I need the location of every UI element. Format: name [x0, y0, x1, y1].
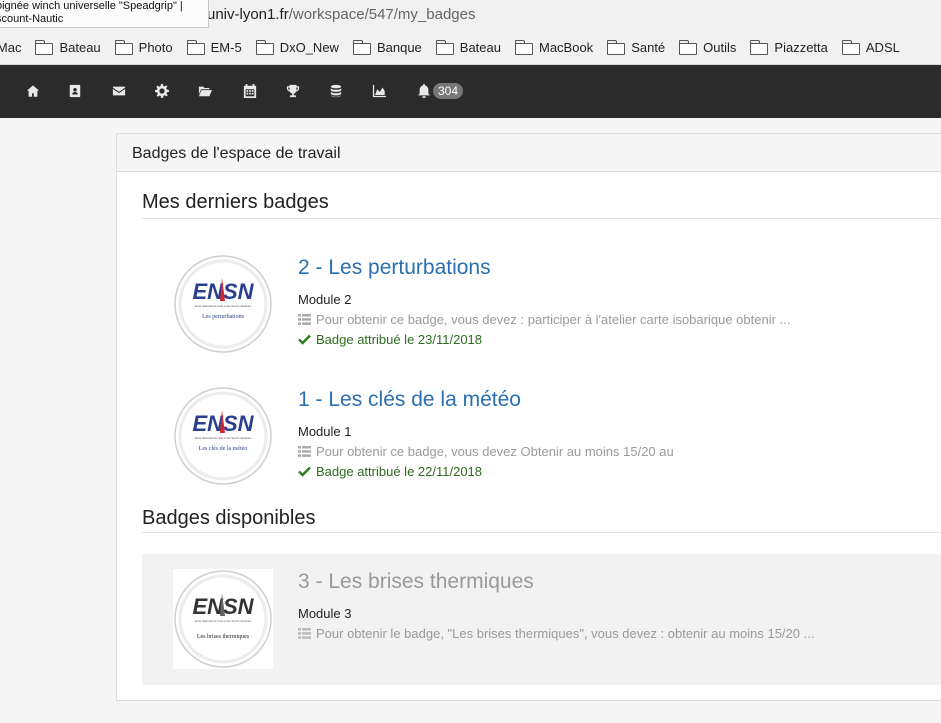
workspace-badges-panel: Badges de l'espace de travail Mes dernie… — [116, 133, 941, 701]
folder-open-icon[interactable] — [195, 81, 215, 101]
bookmark-label: Outils — [703, 39, 737, 55]
area-chart-icon[interactable] — [369, 81, 389, 101]
badge-description-text: Pour obtenir ce badge, vous devez : part… — [316, 312, 791, 327]
bookmark-sante[interactable]: Santé — [607, 40, 665, 55]
badge-caption: Les perturbations — [202, 314, 244, 320]
available-badges-title: Badges disponibles — [142, 507, 316, 529]
folder-icon — [186, 40, 205, 55]
bookmark-label: EM-5 — [210, 39, 242, 55]
database-icon[interactable] — [326, 81, 346, 101]
app-navbar: 304 — [0, 65, 941, 118]
bookmark-label: ADSL — [865, 39, 900, 55]
tooltip-line-2: scount-Nautic — [0, 13, 64, 25]
badge-awarded-text: Badge attribué le 23/11/2018 — [316, 332, 483, 347]
trophy-icon[interactable] — [283, 81, 303, 101]
link-tooltip: oignée winch universelle "Speadgrip" | s… — [0, 0, 209, 28]
bookmark-dxo-new[interactable]: DxO_New — [255, 39, 339, 55]
badge-title-link[interactable]: 1 - Les clés de la météo — [298, 388, 521, 412]
folder-icon — [114, 40, 133, 55]
badge-caption: Les brises thermiques — [197, 634, 250, 640]
bookmark-label: iMac — [0, 39, 22, 55]
badge-module: Module 1 — [298, 424, 352, 439]
folder-icon — [35, 40, 54, 55]
badge-description: Pour obtenir ce badge, vous devez Obteni… — [298, 444, 674, 459]
badge-description-text: Pour obtenir le badge, "Les brises therm… — [316, 626, 815, 641]
badge-image[interactable]: ENSN Ecole Nationale de Voile et des Spo… — [173, 569, 273, 669]
contacts-icon[interactable] — [65, 81, 85, 101]
bookmark-label: DxO_New — [279, 39, 339, 55]
bookmark-imac[interactable]: iMac — [0, 40, 21, 55]
folder-icon — [435, 40, 454, 55]
bell-icon[interactable] — [414, 81, 434, 101]
section-divider — [142, 532, 941, 533]
bookmark-banque[interactable]: Banque — [352, 39, 422, 55]
gear-icon[interactable] — [152, 81, 172, 101]
bookmark-macbook[interactable]: MacBook — [514, 39, 594, 55]
badge-image[interactable]: ENSN Ecole Nationale de Voile et des Spo… — [173, 386, 273, 486]
bookmark-label: Piazzetta — [774, 39, 828, 55]
folder-icon — [841, 40, 860, 55]
badge-caption: Les clés de la météo — [199, 446, 248, 452]
badge-description: Pour obtenir le badge, "Les brises therm… — [298, 626, 814, 641]
folder-icon — [514, 40, 533, 55]
badge-item-meteo: ENSN Ecole Nationale de Voile et des Spo… — [142, 376, 941, 496]
home-icon[interactable] — [23, 81, 43, 101]
section-divider — [142, 218, 941, 219]
folder-icon — [679, 40, 698, 55]
folder-icon — [255, 40, 274, 55]
badge-item-brises-thermiques: ENSN Ecole Nationale de Voile et des Spo… — [142, 554, 941, 685]
folder-icon — [607, 40, 626, 55]
badge-awarded: Badge attribué le 22/11/2018 — [298, 464, 482, 479]
badge-title-link[interactable]: 2 - Les perturbations — [298, 256, 491, 280]
bookmark-label: Banque — [376, 39, 422, 55]
badge-module: Module 3 — [298, 606, 352, 621]
bookmark-label: Photo — [138, 39, 173, 55]
badge-awarded: Badge attribué le 23/11/2018 — [298, 332, 482, 347]
badge-image[interactable]: ENSN Ecole Nationale de Voile et des Spo… — [173, 254, 273, 354]
panel-heading: Badges de l'espace de travail — [117, 134, 941, 172]
tooltip-line-1: oignée winch universelle "Speadgrip" | — [0, 0, 183, 12]
bookmark-adsl[interactable]: ADSL — [841, 39, 900, 55]
calendar-icon[interactable] — [240, 81, 260, 101]
check-icon — [298, 334, 311, 345]
notification-count-badge[interactable]: 304 — [433, 83, 464, 99]
bookmark-label: Santé — [631, 39, 666, 55]
url-path: /workspace/547/my_badges — [288, 6, 476, 23]
url-host: univ-lyon1.fr — [207, 6, 289, 23]
folder-icon — [750, 40, 769, 55]
bookmark-photo[interactable]: Photo — [114, 39, 173, 55]
badge-logo-subtitle: Ecole Nationale de Voile et des Sports N… — [195, 619, 252, 623]
bookmarks-bar: iMac Bateau Photo EM-5 DxO_New Banque Ba… — [0, 30, 941, 65]
list-icon — [298, 446, 311, 457]
bookmark-label: MacBook — [538, 39, 594, 55]
badge-description-text: Pour obtenir ce badge, vous devez Obteni… — [316, 444, 674, 459]
check-icon — [298, 466, 311, 477]
bookmark-em5[interactable]: EM-5 — [186, 39, 242, 55]
list-icon — [298, 628, 311, 639]
badge-module: Module 2 — [298, 292, 352, 307]
badge-item-perturbations: ENSN Ecole Nationale de Voile et des Spo… — [142, 244, 941, 364]
badge-awarded-text: Badge attribué le 22/11/2018 — [316, 464, 483, 479]
folder-icon — [352, 40, 371, 55]
bookmark-outils[interactable]: Outils — [679, 40, 736, 55]
badge-logo-subtitle: Ecole Nationale de Voile et des Sports N… — [195, 304, 252, 308]
recent-badges-title: Mes derniers badges — [142, 191, 329, 213]
bookmark-bateau-2[interactable]: Bateau — [435, 39, 501, 55]
bookmark-label: Bateau — [59, 39, 101, 55]
envelope-icon[interactable] — [109, 81, 129, 101]
badge-title-link[interactable]: 3 - Les brises thermiques — [298, 570, 534, 594]
bookmark-bateau[interactable]: Bateau — [35, 39, 101, 55]
url-text[interactable]: univ-lyon1.fr/workspace/547/my_badges — [207, 6, 475, 23]
bookmark-label: Bateau — [459, 39, 501, 55]
list-icon — [298, 314, 311, 325]
badge-description: Pour obtenir ce badge, vous devez : part… — [298, 312, 790, 327]
badge-logo-subtitle: Ecole Nationale de Voile et des Sports N… — [195, 436, 252, 440]
bookmark-piazzetta[interactable]: Piazzetta — [750, 39, 828, 55]
